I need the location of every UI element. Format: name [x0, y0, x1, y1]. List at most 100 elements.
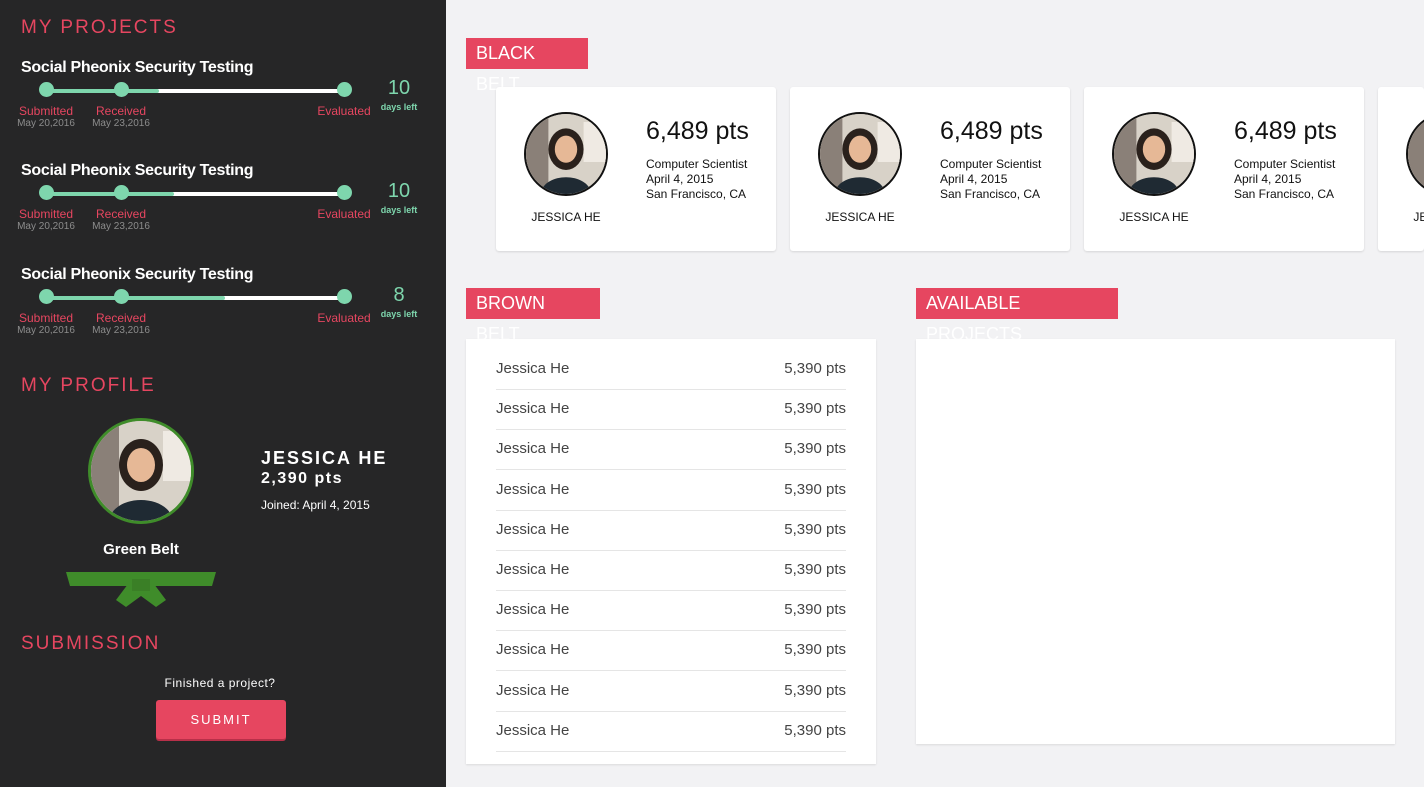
days-left-label: days left — [380, 309, 418, 319]
stage-label: Submitted — [18, 207, 74, 221]
progress-track — [46, 296, 344, 300]
member-name: JESSICA HE — [825, 210, 895, 224]
stage-dot — [337, 289, 352, 304]
stage-label: Evaluated — [317, 311, 371, 325]
member-points: 5,390 pts — [784, 400, 846, 418]
available-projects-panel — [916, 339, 1395, 744]
member-card[interactable]: JESSICA HE 6,489 pts Computer Scientist Apr… — [496, 87, 776, 251]
member-card[interactable]: JESSICA HE 6,489 pts Computer Scientist Apr… — [790, 87, 1070, 251]
member-name: Jessica He — [496, 400, 570, 418]
member-location: San Francisco, CA — [940, 187, 1041, 201]
brown-belt-list: Jessica He 5,390 pts Jessica He 5,390 pts Je… — [466, 339, 876, 764]
stage-dot — [337, 185, 352, 200]
member-date: April 4, 2015 — [940, 172, 1008, 186]
list-item[interactable]: Jessica He 5,390 pts — [496, 510, 846, 551]
submission-heading: SUBMISSION — [21, 633, 161, 654]
member-name: Jessica He — [496, 520, 570, 538]
member-name: Jessica He — [496, 681, 570, 699]
days-left-label: days left — [380, 205, 418, 215]
stage-dot — [114, 82, 129, 97]
my-projects-heading: MY PROJECTS — [21, 17, 178, 38]
member-name: Jessica He — [496, 601, 570, 619]
stage-dot — [114, 185, 129, 200]
list-item[interactable]: Jessica He 5,390 pts — [496, 550, 846, 591]
project-item[interactable]: Social Pheonix Security Testing Submitted… — [0, 162, 446, 257]
stage-date: May 20,2016 — [17, 118, 75, 129]
stage-label: Received — [95, 311, 147, 325]
stage-label: Received — [95, 207, 147, 221]
list-item[interactable]: Jessica He 5,390 pts — [496, 429, 846, 471]
project-title[interactable]: Social Pheonix Security Testing — [21, 59, 254, 77]
member-points: 5,390 pts — [784, 520, 846, 538]
project-title[interactable]: Social Pheonix Security Testing — [21, 162, 254, 180]
stage-dot — [39, 289, 54, 304]
member-name: Jessica He — [496, 721, 570, 739]
project-item[interactable]: Social Pheonix Security Testing Submitted… — [0, 266, 446, 361]
list-item[interactable]: Jessica He 5,390 pts — [496, 590, 846, 632]
stage-label: Evaluated — [317, 104, 371, 118]
member-name: Jessica He — [496, 641, 570, 659]
member-points: 6,489 pts — [1234, 117, 1337, 145]
project-item[interactable]: Social Pheonix Security Testing Submitted… — [0, 59, 446, 154]
member-card[interactable]: JESSICA HE 6,489 pts Computer Scientist Apr… — [1084, 87, 1364, 251]
stage-date: May 23,2016 — [92, 118, 150, 129]
stage-label: Submitted — [18, 311, 74, 325]
member-avatar — [1406, 112, 1424, 196]
person-photo-icon — [91, 421, 191, 521]
list-item[interactable]: Jessica He 5,390 pts — [496, 630, 846, 672]
member-points: 5,390 pts — [784, 601, 846, 619]
stage-label: Submitted — [18, 104, 74, 118]
person-photo-icon — [820, 114, 900, 194]
member-points: 5,390 pts — [784, 681, 846, 699]
member-avatar — [524, 112, 608, 196]
member-points: 5,390 pts — [784, 721, 846, 739]
member-name: Jessica He — [496, 440, 570, 458]
stage-date: May 20,2016 — [17, 221, 75, 232]
member-name: Jessica He — [496, 360, 570, 377]
list-item[interactable]: Jessica He 5,390 pts — [496, 711, 846, 752]
progress-fill — [46, 296, 225, 300]
person-photo-icon — [1408, 114, 1424, 194]
green-belt-icon — [66, 572, 216, 607]
submission-question: Finished a project? — [164, 676, 276, 690]
progress-fill — [46, 192, 175, 196]
stage-dot — [39, 185, 54, 200]
days-left-label: days left — [380, 102, 418, 112]
list-item[interactable]: Jessica He 5,390 pts — [496, 389, 846, 431]
days-left-count: 10 — [387, 77, 411, 99]
list-item[interactable]: Jessica He 5,390 pts — [496, 349, 846, 390]
person-photo-icon — [1114, 114, 1194, 194]
member-points: 5,390 pts — [784, 641, 846, 659]
member-name: Jessica He — [496, 561, 570, 578]
submit-button[interactable]: SUBMIT — [156, 700, 286, 739]
list-item[interactable]: Jessica He 5,390 pts — [496, 470, 846, 511]
member-points: 5,390 pts — [784, 480, 846, 498]
member-points: 6,489 pts — [646, 117, 749, 145]
stage-label: Evaluated — [317, 207, 371, 221]
member-date: April 4, 2015 — [1234, 172, 1302, 186]
progress-track — [46, 192, 344, 196]
member-points: 5,390 pts — [784, 561, 846, 578]
stage-dot — [337, 82, 352, 97]
progress-fill — [46, 89, 160, 93]
member-card[interactable]: JESSICA HE — [1378, 87, 1424, 251]
days-left-count: 10 — [387, 180, 411, 202]
member-name: JESSICA HE — [1119, 210, 1189, 224]
member-points: 5,390 pts — [784, 360, 846, 377]
brown-belt-heading: BROWN BELT — [466, 288, 600, 344]
member-location: San Francisco, CA — [1234, 187, 1335, 201]
project-title[interactable]: Social Pheonix Security Testing — [21, 266, 254, 284]
member-date: April 4, 2015 — [646, 172, 714, 186]
stage-dot — [114, 289, 129, 304]
person-photo-icon — [526, 114, 606, 194]
profile-avatar[interactable] — [88, 418, 194, 524]
member-avatar — [1112, 112, 1196, 196]
member-avatar — [818, 112, 902, 196]
stage-date: May 23,2016 — [92, 221, 150, 232]
my-profile-heading: MY PROFILE — [21, 375, 156, 396]
member-points: 6,489 pts — [940, 117, 1043, 145]
stage-label: Received — [95, 104, 147, 118]
member-name: JESSICA HE — [531, 210, 601, 224]
member-name: JESSICA HE — [1413, 210, 1424, 224]
list-item[interactable]: Jessica He 5,390 pts — [496, 671, 846, 712]
